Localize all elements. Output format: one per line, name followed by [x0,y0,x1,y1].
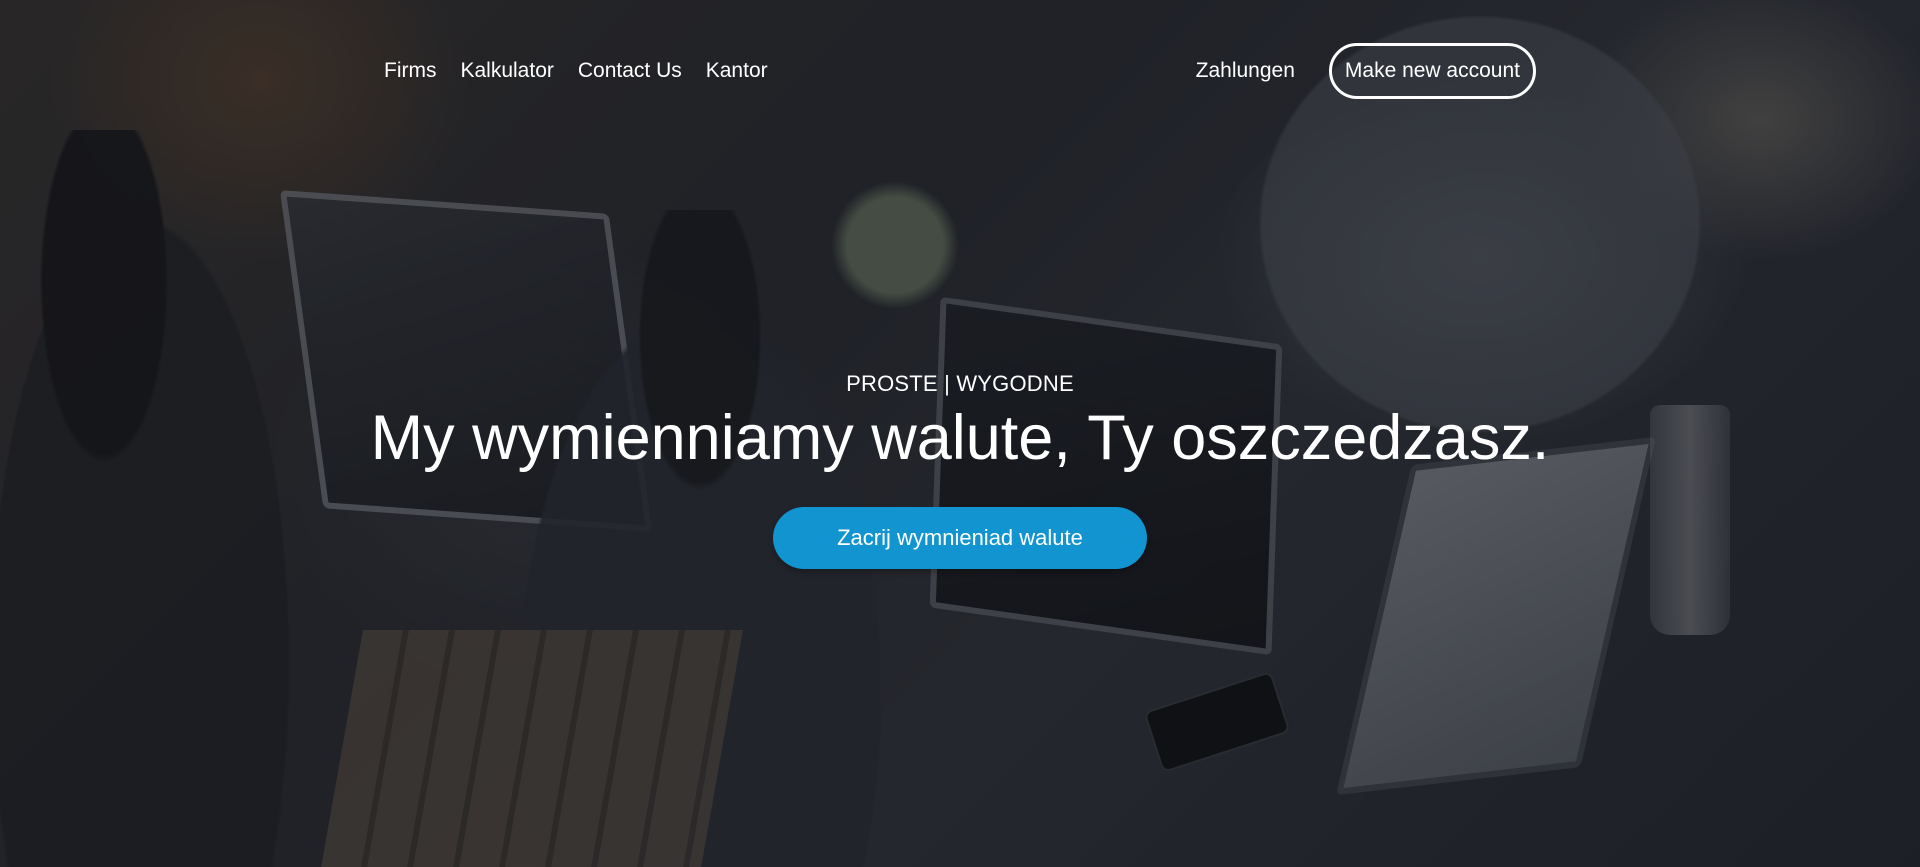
main-nav: Firms Kalkulator Contact Us Kantor [384,58,768,84]
hero-content: PROSTE | WYGODNE My wymienniamy walute, … [0,370,1920,569]
nav-link-contact-us[interactable]: Contact Us [578,58,682,84]
account-nav: Zahlungen Make new account [1196,43,1536,99]
make-new-account-button[interactable]: Make new account [1328,43,1536,99]
nav-link-zahlungen[interactable]: Zahlungen [1196,58,1295,84]
hero-section: Firms Kalkulator Contact Us Kantor Zahlu… [0,0,1920,867]
nav-link-kalkulator[interactable]: Kalkulator [460,58,553,84]
exchange-currency-button[interactable]: Zacrij wymnieniad walute [773,507,1147,569]
nav-link-kantor[interactable]: Kantor [706,58,768,84]
hero-eyebrow: PROSTE | WYGODNE [846,371,1074,396]
hero-headline: My wymienniamy walute, Ty oszczedzasz. [370,403,1550,473]
nav-link-firms[interactable]: Firms [384,58,436,84]
